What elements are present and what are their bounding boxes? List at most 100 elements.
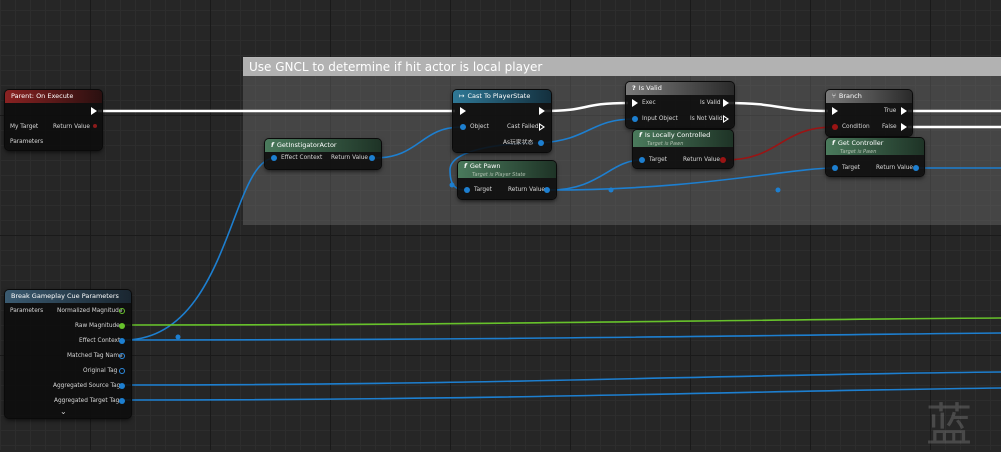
reroute-knot <box>775 187 781 193</box>
pin-label-effect-context: Effect Context <box>281 155 323 161</box>
node-branch[interactable]: ⑂ Branch True Condition False <box>826 90 912 136</box>
exec-in-pin[interactable] <box>632 99 638 107</box>
pin-label-parameters: Parameters <box>10 139 44 145</box>
pin-label-aggregated-source-tags: Aggregated Source Tags <box>53 383 124 389</box>
pin-label-target: Target <box>842 165 860 171</box>
branch-icon: ⑂ <box>832 92 836 100</box>
pin-label-true: True <box>884 108 897 114</box>
function-icon: f <box>271 141 274 149</box>
pin-label-is-not-valid: Is Not Valid <box>690 116 723 122</box>
return-value-pin[interactable] <box>544 187 550 193</box>
aggregated-source-tags-pin[interactable] <box>119 383 125 389</box>
pin-label-matched-tag-name: Matched Tag Name <box>67 353 123 359</box>
input-object-pin[interactable] <box>632 116 638 122</box>
node-break-gameplay-cue-parameters[interactable]: Break Gameplay Cue Parameters Parameters… <box>5 290 131 418</box>
pin-label-return-value: Return Value <box>331 155 368 161</box>
question-icon: ? <box>632 84 636 92</box>
node-subtitle: Target is Pawn <box>840 149 877 155</box>
exec-wire-cast-to-isvalid <box>544 101 629 113</box>
return-value-pin[interactable] <box>913 165 919 171</box>
node-header: ? Is Valid <box>626 82 734 95</box>
node-cast-to-playerstate[interactable]: ↦ Cast To PlayerState Object Cast Failed … <box>453 90 551 152</box>
node-header: f Is Locally Controlled Target is Pawn <box>633 130 733 147</box>
node-parent-on-execute[interactable]: Parent: On Execute My Target Return Valu… <box>5 90 102 150</box>
pin-label-is-valid: Is Valid <box>700 100 721 106</box>
float-wire-raw-magnitude <box>123 317 1001 326</box>
is-not-valid-exec-pin[interactable] <box>723 115 729 123</box>
reroute-knot <box>449 182 455 188</box>
node-get-instigator-actor[interactable]: f GetInstigatorActor Effect Context Retur… <box>265 139 381 169</box>
pin-label-false: False <box>882 124 897 130</box>
pin-label-normalized-magnitude: Normalized Magnitude <box>57 308 123 314</box>
target-pin[interactable] <box>464 187 470 193</box>
node-header: Parent: On Execute <box>5 90 102 103</box>
exec-out-pin[interactable] <box>539 107 545 115</box>
true-exec-pin[interactable] <box>901 107 907 115</box>
pin-label-aggregated-target-tags: Aggregated Target Tags <box>54 398 123 404</box>
expand-chevron-icon[interactable]: ⌄ <box>60 407 67 416</box>
object-wire-instigator-to-cast <box>373 126 463 159</box>
object-pin[interactable] <box>460 124 466 130</box>
matched-tag-name-pin[interactable] <box>119 353 125 359</box>
node-header: ⑂ Branch <box>826 90 912 103</box>
return-value-pin[interactable] <box>93 124 97 128</box>
exec-out-pin[interactable] <box>91 107 97 115</box>
function-icon: f <box>464 162 467 170</box>
effect-context-pin[interactable] <box>271 155 277 161</box>
cast-icon: ↦ <box>459 92 465 100</box>
target-pin[interactable] <box>832 165 838 171</box>
aggregated-target-tags-pin[interactable] <box>119 398 125 404</box>
pin-label-input-object: Input Object <box>642 116 678 122</box>
object-wire-cast-to-isvalid <box>539 118 635 144</box>
wire-layer <box>98 101 1001 401</box>
node-get-controller[interactable]: f Get Controller Target is Pawn Target Ret… <box>826 138 924 176</box>
object-wire-effect-context-long <box>123 332 1001 341</box>
return-value-pin[interactable] <box>720 157 726 163</box>
node-subtitle: Target is Pawn <box>647 141 684 147</box>
reroute-knot <box>608 187 614 193</box>
node-header: ↦ Cast To PlayerState <box>453 90 551 103</box>
pin-label-return-value: Return Value <box>876 165 913 171</box>
function-icon: f <box>639 131 642 139</box>
node-header: f Get Controller Target is Pawn <box>826 138 924 155</box>
pin-label-as-player-state: As玩家状态 <box>503 140 534 146</box>
node-header: f Get Pawn Target is Player State <box>458 161 556 178</box>
pin-label-parameters: Parameters <box>10 308 44 314</box>
node-is-valid[interactable]: ? Is Valid Exec Is Valid Input Object Is … <box>626 82 734 128</box>
cast-failed-pin[interactable] <box>539 123 545 131</box>
node-header: f GetInstigatorActor <box>265 139 381 152</box>
reroute-knot <box>175 334 181 340</box>
function-icon: f <box>832 139 835 147</box>
pin-label-return-value: Return Value <box>53 124 90 130</box>
pin-label-object: Object <box>470 124 489 130</box>
pin-label-target: Target <box>649 157 667 163</box>
pin-label-raw-magnitude: Raw Magnitude <box>75 323 120 329</box>
false-exec-pin[interactable] <box>901 123 907 131</box>
node-is-locally-controlled[interactable]: f Is Locally Controlled Target is Pawn Tar… <box>633 130 733 168</box>
raw-magnitude-pin[interactable] <box>119 323 125 329</box>
original-tag-pin[interactable] <box>119 368 125 374</box>
normalized-magnitude-pin[interactable] <box>119 308 125 314</box>
return-value-pin[interactable] <box>369 155 375 161</box>
target-pin[interactable] <box>639 157 645 163</box>
pin-label-effect-context: Effect Context <box>79 338 121 344</box>
object-wire-source-tags <box>123 371 1001 386</box>
exec-wire-isvalid-to-branch <box>727 101 829 113</box>
pin-label-target: Target <box>474 187 492 193</box>
object-wire-pawn-to-controller <box>549 167 835 191</box>
pin-label-exec: Exec <box>642 100 656 106</box>
effect-context-pin[interactable] <box>119 338 125 344</box>
pin-label-cast-failed: Cast Failed <box>507 124 539 130</box>
bool-wire-islocal-to-branch <box>724 126 835 161</box>
pin-label-condition: Condition <box>842 124 870 130</box>
node-get-pawn[interactable]: f Get Pawn Target is Player State Target R… <box>458 161 556 199</box>
condition-pin[interactable] <box>832 124 838 130</box>
pin-label-my-target: My Target <box>10 124 39 130</box>
exec-in-pin[interactable] <box>832 107 838 115</box>
pin-label-return-value: Return Value <box>683 157 720 163</box>
pin-label-original-tag: Original Tag <box>83 368 118 374</box>
node-header: Break Gameplay Cue Parameters <box>5 290 131 303</box>
is-valid-exec-pin[interactable] <box>723 99 729 107</box>
exec-in-pin[interactable] <box>460 107 466 115</box>
as-player-state-pin[interactable] <box>538 140 544 146</box>
